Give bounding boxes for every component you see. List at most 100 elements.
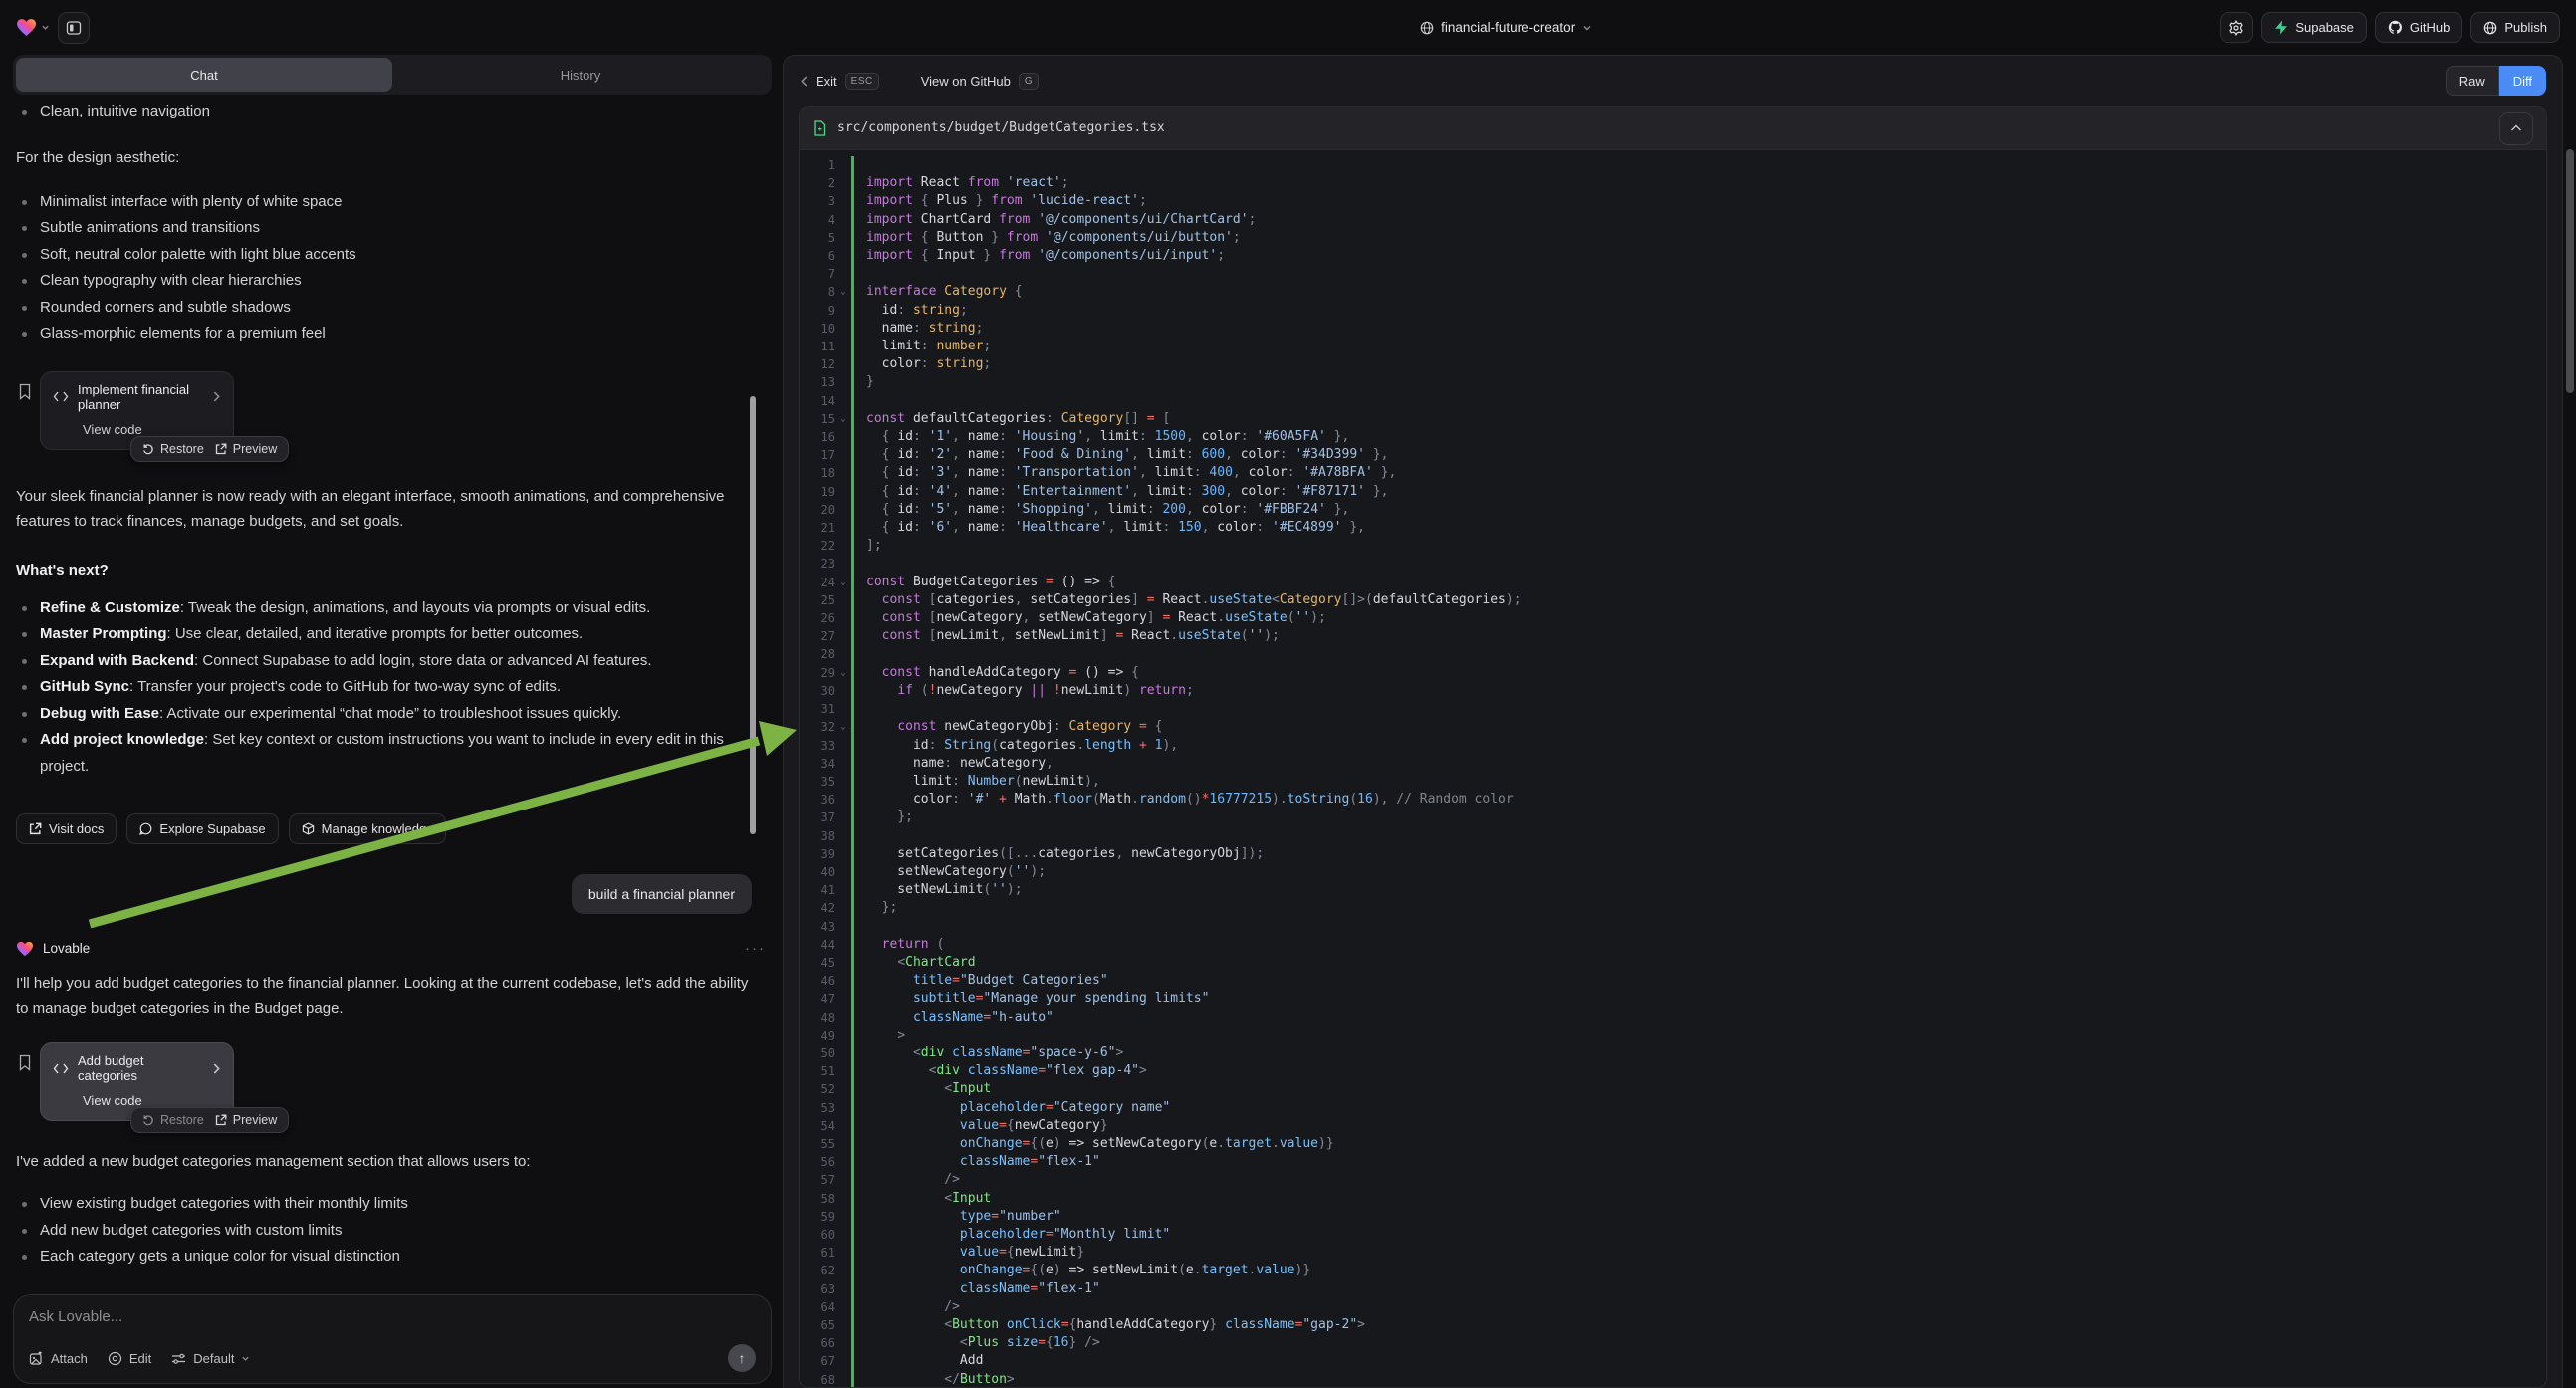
send-button[interactable]: ↑ [728, 1344, 756, 1372]
view-on-github-button[interactable]: View on GitHub G [921, 73, 1039, 90]
file-path: src/components/budget/BudgetCategories.t… [837, 120, 1165, 135]
line-number: 20 [800, 501, 835, 519]
bookmark-icon[interactable] [18, 1054, 32, 1071]
code-scrollbar[interactable] [2566, 149, 2574, 393]
line-number: 43 [800, 918, 835, 936]
line-number: 61 [800, 1244, 835, 1262]
chat-scrollbar[interactable] [750, 396, 756, 834]
preview-button[interactable]: Preview [215, 442, 277, 456]
next-step-item: Master Prompting: Use clear, detailed, a… [16, 621, 772, 648]
line-number: 65 [800, 1316, 835, 1334]
code-line: 62 onChange={(e) => setNewLimit(e.target… [800, 1262, 2546, 1279]
line-number: 55 [800, 1135, 835, 1153]
view-code-link[interactable]: View code [83, 1093, 221, 1108]
chat-messages[interactable]: Clean, intuitive navigation For the desi… [13, 103, 772, 1294]
github-button[interactable]: GitHub [2375, 12, 2462, 43]
settings-button[interactable] [2220, 12, 2253, 43]
view-code-link[interactable]: View code [83, 422, 221, 437]
fold-chevron-icon[interactable]: ⌄ [835, 283, 851, 301]
fold-chevron-icon[interactable]: ⌄ [835, 410, 851, 428]
arrow-up-icon: ↑ [739, 1350, 746, 1366]
publish-button[interactable]: Publish [2470, 12, 2560, 43]
file-plus-icon [813, 120, 826, 136]
bullet-item: Subtle animations and transitions [16, 215, 766, 242]
file-card: src/components/budget/BudgetCategories.t… [799, 106, 2547, 1388]
code-line: 10 name: string; [800, 320, 2546, 338]
user-message: build a financial planner [572, 874, 752, 914]
code-line: 15⌄const defaultCategories: Category[] =… [800, 410, 2546, 428]
line-number: 41 [800, 881, 835, 899]
attach-button[interactable]: Attach [29, 1351, 88, 1366]
diff-toggle-button[interactable]: Diff [2499, 66, 2546, 96]
line-number: 56 [800, 1153, 835, 1171]
lovable-logo[interactable] [16, 18, 50, 37]
exit-button[interactable]: Exit ESC [800, 73, 879, 90]
code-line: 50 <div className="space-y-6"> [800, 1044, 2546, 1062]
model-selector[interactable]: Default [171, 1351, 250, 1366]
gear-icon [2228, 20, 2244, 36]
line-number: 2 [800, 174, 835, 192]
raw-toggle-button[interactable]: Raw [2446, 66, 2499, 96]
code-line: 68 </Button> [800, 1371, 2546, 1387]
code-line: 63 className="flex-1" [800, 1280, 2546, 1298]
tab-history[interactable]: History [392, 58, 769, 92]
chat-input[interactable]: Ask Lovable... [29, 1308, 756, 1325]
fold-chevron-icon[interactable]: ⌄ [835, 718, 851, 736]
preview-button[interactable]: Preview [215, 1113, 277, 1127]
code-line: 61 value={newLimit} [800, 1244, 2546, 1262]
composer[interactable]: Ask Lovable... Attach Edit Default [13, 1294, 772, 1384]
restore-button[interactable]: Restore [142, 442, 204, 456]
line-number: 17 [800, 446, 835, 464]
code-line: 40 setNewCategory(''); [800, 863, 2546, 881]
code-line: 52 <Input [800, 1080, 2546, 1098]
more-options-button[interactable]: ··· [745, 940, 766, 957]
code-line: 34 name: newCategory, [800, 755, 2546, 773]
code-line: 11 limit: number; [800, 338, 2546, 355]
github-label: GitHub [2410, 20, 2450, 35]
bullet-item: Clean typography with clear hierarchies [16, 268, 766, 295]
code-line: 36 color: '#' + Math.floor(Math.random()… [800, 791, 2546, 809]
line-number: 64 [800, 1298, 835, 1316]
line-number: 9 [800, 302, 835, 320]
code-line: 51 <div className="flex gap-4"> [800, 1062, 2546, 1080]
edit-mode-button[interactable]: Edit [108, 1351, 151, 1366]
line-number: 8 [800, 283, 835, 301]
tab-chat[interactable]: Chat [16, 58, 392, 92]
line-number: 35 [800, 773, 835, 791]
chevron-right-icon [212, 391, 221, 402]
code-line: 58 <Input [800, 1190, 2546, 1208]
restore-icon [142, 443, 154, 455]
line-number: 58 [800, 1190, 835, 1208]
code-editor[interactable]: 12import React from 'react';3import { Pl… [800, 150, 2546, 1387]
line-number: 39 [800, 845, 835, 863]
supabase-button[interactable]: Supabase [2261, 12, 2367, 43]
file-path-bar[interactable]: src/components/budget/BudgetCategories.t… [800, 107, 2546, 150]
explore-supabase-button[interactable]: Explore Supabase [126, 813, 278, 844]
lovable-heart-icon [16, 941, 34, 957]
bullet-item: Minimalist interface with plenty of whit… [16, 189, 766, 216]
next-step-item: Debug with Ease: Activate our experiment… [16, 701, 772, 728]
line-number: 25 [800, 591, 835, 609]
line-number: 34 [800, 755, 835, 773]
chevron-down-icon [241, 1354, 250, 1363]
fold-chevron-icon[interactable]: ⌄ [835, 574, 851, 591]
fold-chevron-icon[interactable]: ⌄ [835, 664, 851, 682]
restore-icon [142, 1114, 154, 1126]
code-line: 38 [800, 827, 2546, 845]
code-line: 6import { Input } from '@/components/ui/… [800, 247, 2546, 265]
quick-actions: Visit docs Explore Supabase Manage knowl… [16, 813, 766, 844]
reply-bullets: View existing budget categories with the… [16, 1191, 766, 1271]
external-link-icon [215, 1114, 227, 1126]
bookmark-icon[interactable] [18, 383, 32, 400]
project-switcher[interactable]: financial-future-creator [793, 20, 2220, 35]
visit-docs-button[interactable]: Visit docs [16, 813, 117, 844]
code-line: 42 }; [800, 899, 2546, 917]
code-line: 32⌄ const newCategoryObj: Category = { [800, 718, 2546, 736]
sidebar-toggle-button[interactable] [58, 12, 90, 44]
restore-button[interactable]: Restore [142, 1113, 204, 1127]
bullet-item: View existing budget categories with the… [16, 1191, 766, 1218]
manage-knowledge-button[interactable]: Manage knowledge [289, 813, 447, 844]
collapse-file-button[interactable] [2499, 112, 2533, 145]
code-line: 57 /> [800, 1171, 2546, 1189]
chevron-right-icon [212, 1063, 221, 1074]
